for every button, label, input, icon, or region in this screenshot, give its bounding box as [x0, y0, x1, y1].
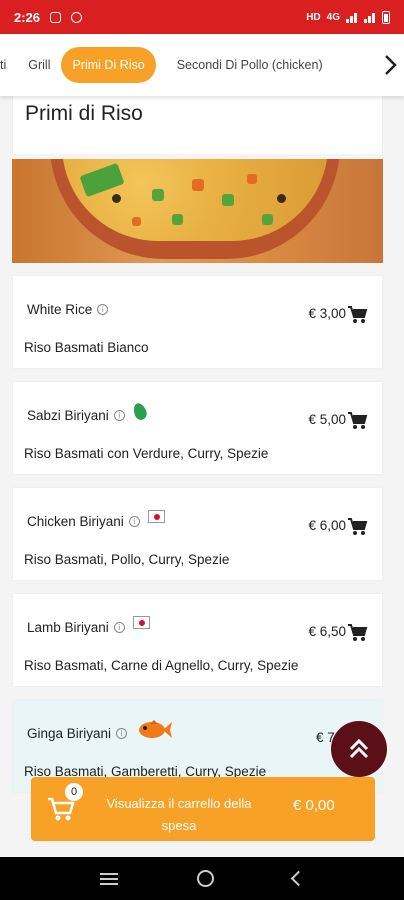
home-icon[interactable]	[196, 870, 214, 887]
app-notification-icon	[71, 11, 83, 23]
item-description: Riso Basmati, Carne di Agnello, Curry, S…	[24, 658, 299, 673]
item-price: € 3,00	[308, 306, 346, 321]
info-icon[interactable]: i	[116, 728, 128, 739]
item-price: € 6,00	[308, 518, 346, 533]
tabs-next-arrow-icon[interactable]	[376, 34, 404, 96]
info-icon[interactable]: i	[128, 516, 140, 527]
japan-flag-icon	[147, 510, 165, 523]
item-description: Riso Basmati, Pollo, Curry, Spezie	[24, 552, 230, 567]
menu-item[interactable]: White Rice i Riso Basmati Bianco € 3,00	[12, 275, 383, 369]
view-cart-button[interactable]: 0 Visualizza il carrello della spesa € 0…	[31, 777, 375, 841]
menu-item[interactable]: Lamb Biriyani i Riso Basmati, Carne di A…	[12, 593, 383, 687]
notification-icon	[50, 11, 62, 23]
status-bar: 2:26 HD 4G	[0, 0, 404, 34]
fish-icon	[139, 719, 173, 738]
hd-icon: HD	[306, 11, 321, 23]
add-to-cart-icon[interactable]	[348, 412, 368, 430]
item-name: Chicken Biriyani i	[27, 510, 165, 529]
tab-primi-di-riso[interactable]: Primi Di Riso	[61, 47, 156, 83]
add-to-cart-icon[interactable]	[348, 306, 368, 324]
menu-item[interactable]: Chicken Biriyani i Riso Basmati, Pollo, …	[12, 487, 383, 581]
menu-content: Primi di Riso White Rice i Riso Basmati …	[12, 96, 383, 793]
cart-count-badge: 0	[65, 783, 83, 801]
tab-truncated[interactable]: ti	[0, 48, 17, 82]
add-to-cart-icon[interactable]	[348, 518, 368, 536]
double-chevron-up-icon	[349, 738, 369, 759]
battery-icon	[382, 10, 390, 24]
section-title: Primi di Riso	[25, 102, 143, 125]
tab-grill[interactable]: Grill	[17, 48, 61, 82]
add-to-cart-icon[interactable]	[348, 624, 368, 642]
system-nav-bar	[0, 857, 404, 900]
info-icon[interactable]: i	[97, 304, 109, 315]
item-name: Sabzi Biriyani i	[27, 401, 149, 423]
tab-secondi-di-pollo[interactable]: Secondi Di Pollo (chicken)	[166, 48, 334, 82]
item-description: Riso Basmati con Verdure, Curry, Spezie	[24, 446, 269, 461]
item-price: € 5,00	[308, 412, 346, 427]
signal-icon-2	[364, 12, 376, 23]
section-header: Primi di Riso	[12, 96, 383, 154]
info-icon[interactable]: i	[113, 622, 125, 633]
view-cart-label: Visualizza il carrello della spesa	[106, 796, 252, 833]
status-time: 2:26	[14, 9, 41, 25]
cart-total: € 0,00	[293, 797, 335, 814]
info-icon[interactable]: i	[113, 410, 125, 421]
item-name: White Rice i	[27, 302, 109, 317]
item-name: Lamb Biriyani i	[27, 616, 150, 635]
network-label: 4G	[326, 11, 340, 23]
item-name: Ginga Biriyani i	[27, 719, 173, 741]
category-banner-image	[12, 159, 383, 263]
recent-apps-icon[interactable]	[99, 872, 118, 885]
category-tabs: ti Grill Primi Di Riso Secondi Di Pollo …	[0, 34, 404, 96]
item-price: € 6,50	[308, 624, 346, 639]
back-icon[interactable]	[291, 870, 307, 887]
item-description: Riso Basmati Bianco	[24, 340, 149, 355]
signal-icon	[346, 12, 358, 23]
japan-flag-icon	[132, 616, 150, 629]
leaf-icon	[131, 401, 149, 422]
menu-item[interactable]: Sabzi Biriyani i Riso Basmati con Verdur…	[12, 381, 383, 475]
scroll-to-top-button[interactable]	[331, 721, 387, 777]
